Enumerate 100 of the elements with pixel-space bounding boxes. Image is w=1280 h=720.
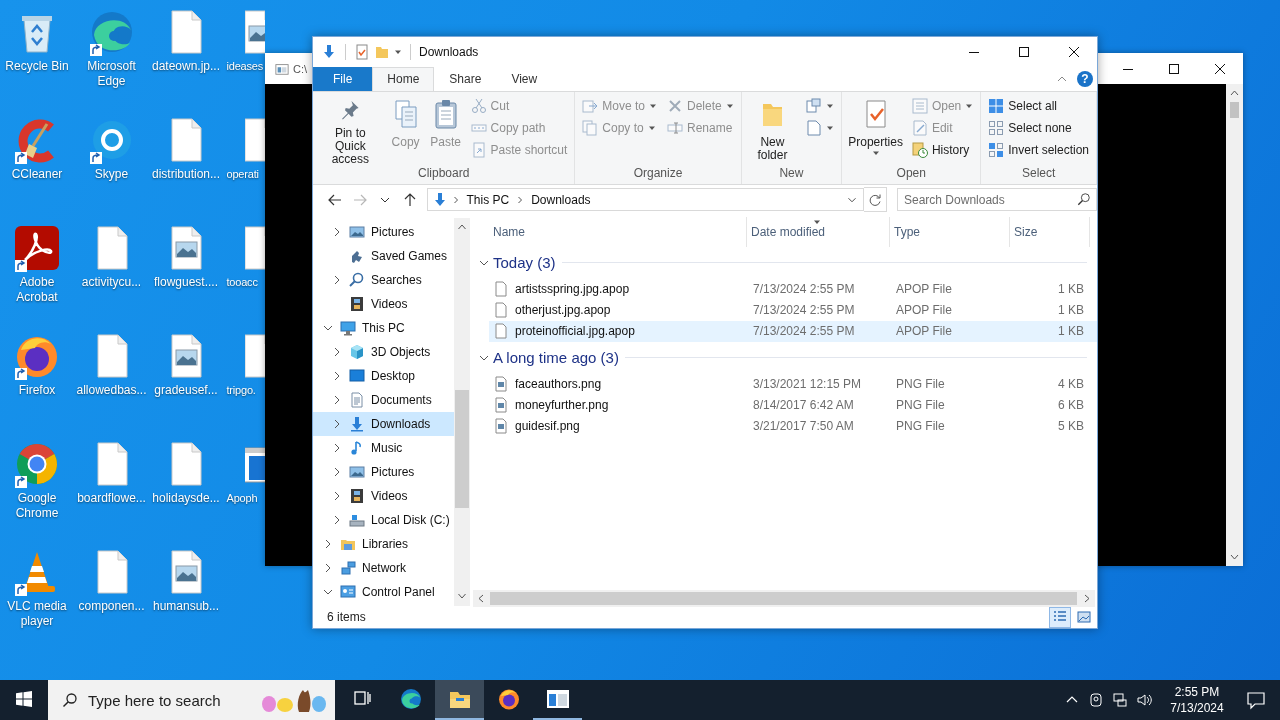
scrollbar[interactable] xyxy=(454,217,470,606)
icon-label: gradeusef... xyxy=(154,383,218,398)
edit-icon xyxy=(911,119,928,136)
nav-item[interactable]: Documents xyxy=(313,387,454,412)
window-title: Downloads xyxy=(419,45,479,59)
file-row[interactable]: proteinofficial.jpg.apop 7/13/2024 2:55 PM APOP File 1 KB xyxy=(489,320,1097,342)
group-header[interactable]: Today (3) xyxy=(479,254,562,272)
chevron-right-icon[interactable] xyxy=(332,274,342,285)
address-bar[interactable]: This PC Downloads xyxy=(426,188,865,212)
ribbon-button[interactable]: History xyxy=(907,138,978,161)
file-name: guidesif.png xyxy=(515,419,580,434)
nav-item[interactable]: Desktop xyxy=(313,363,454,388)
nav-item[interactable]: Saved Games xyxy=(313,243,454,268)
chevron-right-icon[interactable] xyxy=(332,418,342,429)
ribbon-tab[interactable]: View xyxy=(496,67,553,91)
page-icon xyxy=(806,119,823,136)
meeting-icon[interactable] xyxy=(1088,692,1104,708)
ribbon-tab[interactable]: Home xyxy=(372,67,435,91)
breadcrumb[interactable]: This PC xyxy=(463,192,513,207)
history-icon xyxy=(911,141,928,158)
file-icon xyxy=(245,332,265,380)
volume-icon[interactable] xyxy=(1136,692,1152,708)
file-row[interactable]: artistsspring.jpg.apop 7/13/2024 2:55 PM APOP File 1 KB xyxy=(489,278,1097,300)
nav-item[interactable]: Libraries xyxy=(313,531,454,556)
nav-item[interactable]: Local Disk (C:) xyxy=(313,507,454,532)
column-header[interactable]: Date modified xyxy=(747,216,890,247)
file-row[interactable]: guidesif.png 3/21/2017 7:50 AM PNG File 5 KB xyxy=(489,415,1097,437)
column-header[interactable]: Type xyxy=(890,216,1010,247)
nav-item[interactable]: Pictures xyxy=(313,219,454,244)
control-panel-icon xyxy=(340,583,356,600)
wave-logo-icon xyxy=(398,687,423,711)
chevron-right-icon[interactable] xyxy=(332,370,342,381)
chevron-right-icon[interactable] xyxy=(323,538,333,549)
maximize-icon[interactable] xyxy=(1019,47,1029,57)
chevron-right-icon[interactable] xyxy=(332,490,342,501)
file-icon xyxy=(493,323,509,340)
scrollbar[interactable] xyxy=(1226,84,1243,566)
nav-item[interactable]: Searches xyxy=(313,267,454,292)
window-title: C:\ xyxy=(293,62,308,75)
nav-item[interactable]: Videos xyxy=(313,291,454,316)
chevron-right-icon[interactable] xyxy=(332,466,342,477)
clock[interactable]: 2:55 PM 7/13/2024 xyxy=(1162,680,1232,720)
chevron-right-icon[interactable] xyxy=(332,442,342,453)
nav-item[interactable]: Music xyxy=(313,435,454,460)
chevron-right-icon[interactable] xyxy=(323,562,333,573)
notification-icon[interactable] xyxy=(1246,690,1266,710)
ribbon-button[interactable]: Invert selection xyxy=(984,138,1093,161)
close-icon[interactable] xyxy=(1069,47,1079,57)
ribbon-button[interactable]: Select none xyxy=(984,116,1093,139)
ribbon-tab[interactable]: Share xyxy=(434,67,497,91)
large-icons-view-icon[interactable] xyxy=(1076,609,1092,626)
breadcrumb[interactable]: Downloads xyxy=(528,192,594,207)
chevron-right-icon[interactable] xyxy=(332,394,342,405)
file-menu-button[interactable]: File xyxy=(313,67,373,91)
file-name: moneyfurther.png xyxy=(515,398,609,413)
nav-item[interactable]: 3D Objects xyxy=(313,339,454,364)
checklist-icon[interactable] xyxy=(354,44,370,60)
ribbon-button[interactable]: Select all xyxy=(984,94,1093,117)
caret-icon[interactable] xyxy=(394,48,402,56)
nav-item[interactable]: Pictures xyxy=(313,459,454,484)
chevron-right-icon[interactable] xyxy=(332,346,342,357)
help-button[interactable]: ? xyxy=(1077,70,1093,87)
file-size: 1 KB xyxy=(1057,324,1085,339)
column-header[interactable]: Size xyxy=(1010,216,1090,247)
icon-label: distribution... xyxy=(151,167,220,182)
file-name: artistsspring.jpg.apop xyxy=(515,282,630,297)
ribbon-button[interactable]: Pin to Quick access xyxy=(316,93,385,166)
down-arrow-icon[interactable] xyxy=(321,44,337,60)
taskbar-button[interactable] xyxy=(435,680,484,720)
modified-date: 8/14/2017 6:42 AM xyxy=(752,398,855,413)
search-field[interactable]: Type here to search xyxy=(48,680,335,720)
network-icon[interactable] xyxy=(1112,692,1128,708)
icon-label: operati xyxy=(226,167,259,182)
icon-label: tooacc xyxy=(226,275,258,290)
file-row[interactable]: moneyfurther.png 8/14/2017 6:42 AM PNG File 6 KB xyxy=(489,394,1097,416)
maximize-icon[interactable] xyxy=(1169,63,1179,74)
windows-logo-icon[interactable] xyxy=(16,691,32,707)
group-header[interactable]: A long time ago (3) xyxy=(479,349,625,367)
search-field[interactable]: Search Downloads xyxy=(897,188,1097,212)
chevron-right-icon[interactable] xyxy=(332,514,342,525)
nav-item[interactable]: Control Panel xyxy=(313,579,454,604)
image-file-icon xyxy=(493,376,509,393)
file-row[interactable]: otherjust.jpg.apop 7/13/2024 2:55 PM APOP File 1 KB xyxy=(489,299,1097,321)
ribbon-button[interactable]: Properties xyxy=(845,93,906,166)
move-icon xyxy=(582,97,599,114)
chevron-right-icon[interactable] xyxy=(332,226,342,237)
nav-item[interactable]: This PC xyxy=(313,315,454,340)
nav-item[interactable]: Videos xyxy=(313,483,454,508)
ribbon-button[interactable]: New folder xyxy=(744,93,801,166)
scrollbar[interactable] xyxy=(473,590,1095,607)
nav-item[interactable]: Network xyxy=(313,555,454,580)
image-file-icon xyxy=(493,418,509,435)
close-icon[interactable] xyxy=(1215,63,1225,74)
nav-item[interactable]: Downloads xyxy=(313,411,454,436)
grid-icon xyxy=(988,97,1005,114)
desktop-icon xyxy=(349,367,365,384)
file-icon xyxy=(493,302,509,319)
column-header[interactable]: Name xyxy=(489,216,747,247)
file-row[interactable]: faceauthors.png 3/13/2021 12:15 PM PNG File 4 KB xyxy=(489,373,1097,395)
search-icon xyxy=(349,271,365,288)
